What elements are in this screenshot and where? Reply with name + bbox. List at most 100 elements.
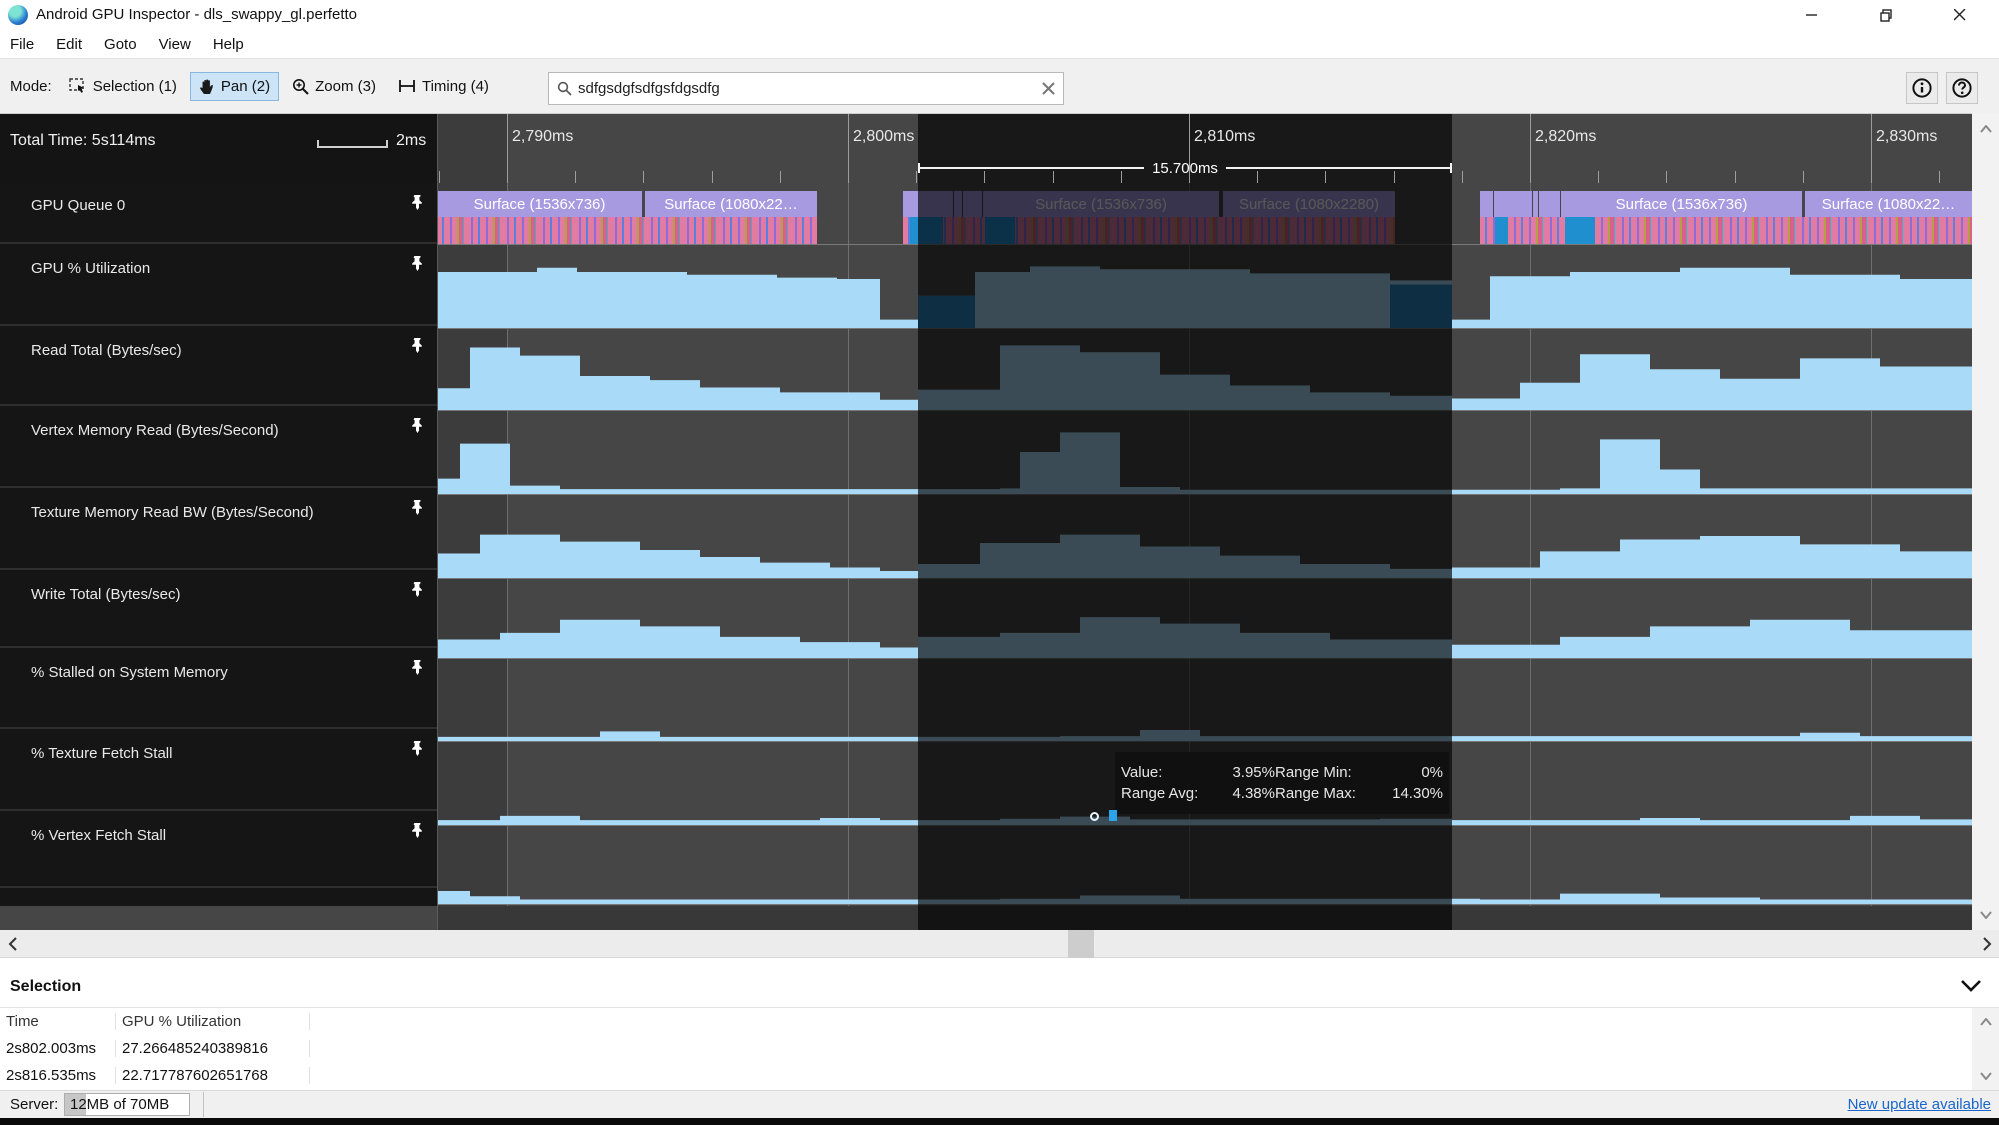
table-scroll-up-button[interactable] xyxy=(1976,1012,1995,1031)
track-label-row[interactable]: GPU % Utilization xyxy=(0,244,437,326)
menu-item-edit[interactable]: Edit xyxy=(56,36,82,53)
command-stripes xyxy=(1480,217,1972,244)
window-title: Android GPU Inspector - dls_swappy_gl.pe… xyxy=(36,6,357,23)
surface-slice[interactable]: Surface (1536x736) xyxy=(437,191,642,217)
app-window: Android GPU Inspector - dls_swappy_gl.pe… xyxy=(0,0,1999,1125)
track-label-row[interactable]: Read Total (Bytes/sec) xyxy=(0,326,437,406)
timing-icon xyxy=(398,79,416,93)
pin-icon[interactable] xyxy=(410,581,425,598)
track-name: % Vertex Fetch Stall xyxy=(31,827,166,844)
pin-icon[interactable] xyxy=(410,659,425,676)
ruler-minor-tick xyxy=(780,171,781,183)
minimize-button[interactable] xyxy=(1789,0,1835,30)
scrollbar-thumb[interactable] xyxy=(1068,930,1094,958)
surface-slice[interactable]: Surface (1536x736) xyxy=(1561,191,1802,217)
ruler-label: 2,820ms xyxy=(1535,128,1596,146)
pin-icon[interactable] xyxy=(410,337,425,354)
surface-slice[interactable] xyxy=(1533,191,1538,217)
table-row[interactable]: 2s816.535ms22.717787602651768 xyxy=(0,1062,1960,1089)
track-name: Write Total (Bytes/sec) xyxy=(31,586,181,603)
track-label-row[interactable]: % Stalled on System Memory xyxy=(0,648,437,729)
scroll-up-button[interactable] xyxy=(1976,119,1995,138)
track-label-row[interactable]: Write Total (Bytes/sec) xyxy=(0,570,437,648)
search-box[interactable]: sdfgsdgfsdfgsfdgsdfg xyxy=(548,72,1064,105)
clear-search-icon[interactable] xyxy=(1042,82,1055,95)
selection-panel-header[interactable]: Selection xyxy=(0,958,1999,1008)
help-icon xyxy=(1951,77,1973,99)
ruler-label: 2,790ms xyxy=(512,128,573,146)
mode-button-pan[interactable]: Pan (2) xyxy=(190,72,279,101)
window-bottom-edge xyxy=(0,1118,1999,1125)
close-button[interactable] xyxy=(1937,0,1983,30)
search-icon xyxy=(557,81,572,96)
menu-item-goto[interactable]: Goto xyxy=(104,36,137,53)
tooltip-label: Range Max: xyxy=(1275,785,1385,802)
surface-slice-label: Surface (1536x736) xyxy=(1616,196,1748,213)
timeline-vertical-scrollbar[interactable] xyxy=(1972,113,1999,930)
selection-table[interactable]: TimeGPU % Utilization2s802.003ms27.26648… xyxy=(0,1008,1960,1090)
tooltip-value: 4.38% xyxy=(1213,785,1275,802)
panel-divider xyxy=(437,114,438,930)
pin-icon[interactable] xyxy=(410,740,425,757)
menu-bar: File Edit Goto View Help xyxy=(0,30,1999,58)
table-scroll-down-button[interactable] xyxy=(1976,1066,1995,1085)
surface-slice[interactable]: Surface (1080x22… xyxy=(1805,191,1972,217)
track-name: Texture Memory Read BW (Bytes/Second) xyxy=(31,504,314,521)
scroll-left-button[interactable] xyxy=(4,936,20,952)
value-tooltip: Value:3.95%Range Min:0%Range Avg:4.38%Ra… xyxy=(1115,752,1449,814)
pin-icon[interactable] xyxy=(410,194,425,211)
mode-button-timing[interactable]: Timing (4) xyxy=(389,72,498,101)
tooltip-value: 3.95% xyxy=(1213,764,1275,781)
scroll-right-button[interactable] xyxy=(1979,936,1995,952)
chevron-down-icon xyxy=(1980,911,1992,919)
chevron-down-icon xyxy=(1980,1072,1992,1080)
pin-icon[interactable] xyxy=(410,417,425,434)
menu-item-view[interactable]: View xyxy=(159,36,191,53)
ruler-minor-tick xyxy=(848,171,849,183)
track-label-row[interactable]: GPU Queue 0 xyxy=(0,183,437,244)
help-button[interactable] xyxy=(1946,72,1978,104)
pin-icon[interactable] xyxy=(410,499,425,516)
total-time-label: Total Time: 5s114ms xyxy=(10,132,156,150)
measure-label: 15.700ms xyxy=(1144,160,1226,177)
pin-icon[interactable] xyxy=(410,822,425,839)
data-point-highlight xyxy=(1109,810,1117,821)
track-label-row[interactable]: % Vertex Fetch Stall xyxy=(0,811,437,888)
collapse-panel-button[interactable] xyxy=(1958,978,1984,996)
selection-title: Selection xyxy=(10,978,81,996)
restore-button[interactable] xyxy=(1863,0,1909,30)
column-header-gpu-utilization: GPU % Utilization xyxy=(116,1013,310,1030)
search-input[interactable]: sdfgsdgfsdfgsfdgsdfg xyxy=(578,80,1036,97)
menu-item-file[interactable]: File xyxy=(10,36,34,53)
track-label-row[interactable]: Vertex Memory Read (Bytes/Second) xyxy=(0,406,437,488)
surface-slice-label: Surface (1536x736) xyxy=(474,196,606,213)
mode-button-label: Timing (4) xyxy=(422,78,489,95)
table-header-row: TimeGPU % Utilization xyxy=(0,1008,1960,1035)
menu-item-help[interactable]: Help xyxy=(213,36,244,53)
track-label-row[interactable]: % Texture Fetch Stall xyxy=(0,729,437,811)
table-vertical-scrollbar[interactable] xyxy=(1972,1008,1999,1090)
pin-icon[interactable] xyxy=(410,255,425,272)
measure-line xyxy=(918,167,1144,169)
update-link[interactable]: New update available xyxy=(1848,1096,1991,1113)
scroll-down-button[interactable] xyxy=(1976,905,1995,924)
ruler-minor-tick xyxy=(1803,171,1804,183)
ruler-label: 2,830ms xyxy=(1876,128,1937,146)
mode-button-selection[interactable]: Selection (1) xyxy=(60,72,186,101)
mode-button-zoom[interactable]: Zoom (3) xyxy=(283,72,385,101)
mode-buttons: Selection (1)Pan (2)Zoom (3) Timing (4) xyxy=(60,72,502,101)
timeline-view[interactable]: 2,790ms2,800ms2,810ms2,820ms2,830msSurfa… xyxy=(0,114,1999,930)
ruler-minor-tick xyxy=(1871,171,1872,183)
surface-slice[interactable]: Surface (1080x22… xyxy=(645,191,817,217)
surface-slice[interactable] xyxy=(1539,191,1560,217)
track-label-row[interactable]: Texture Memory Read BW (Bytes/Second) xyxy=(0,488,437,570)
table-row[interactable]: 2s802.003ms27.266485240389816 xyxy=(0,1035,1960,1062)
timeline-horizontal-scrollbar[interactable] xyxy=(0,930,1999,958)
surface-slice[interactable] xyxy=(1480,191,1493,217)
tooltip-label: Range Min: xyxy=(1275,764,1385,781)
measure-line xyxy=(1226,167,1452,169)
track-name: % Texture Fetch Stall xyxy=(31,745,172,762)
surface-slice[interactable] xyxy=(1494,191,1532,217)
info-button[interactable] xyxy=(1906,72,1938,104)
app-logo-icon xyxy=(8,5,28,25)
